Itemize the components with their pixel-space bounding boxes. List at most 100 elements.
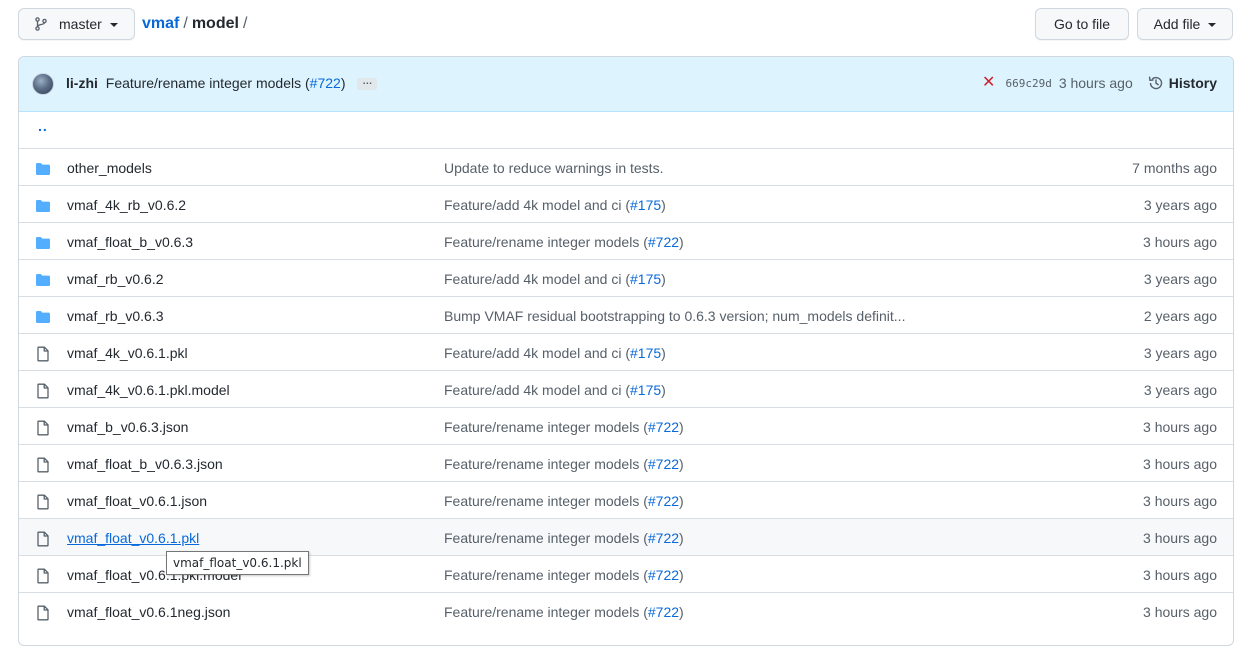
commit-message-suffix: ) (340, 75, 346, 91)
file-commit-suffix: ) (679, 456, 684, 472)
go-to-file-label: Go to file (1053, 16, 1111, 32)
file-row[interactable]: vmaf_float_v0.6.1neg.json Feature/rename… (19, 592, 1233, 629)
file-commit-message[interactable]: Update to reduce warnings in tests. (444, 160, 663, 176)
file-commit-pr-link[interactable]: #722 (648, 419, 679, 435)
file-commit-pr-link[interactable]: #722 (648, 234, 679, 250)
file-row[interactable]: vmaf_float_v0.6.1.pkl Feature/rename int… (19, 518, 1233, 555)
go-to-file-button[interactable]: Go to file (1035, 8, 1129, 40)
file-row[interactable]: vmaf_float_b_v0.6.3 Feature/rename integ… (19, 222, 1233, 259)
file-commit-message[interactable]: Feature/rename integer models (#722) (444, 604, 684, 620)
file-commit-message[interactable]: Feature/rename integer models (#722) (444, 234, 684, 250)
breadcrumb-repo-link[interactable]: vmaf (142, 15, 179, 32)
file-commit-message[interactable]: Feature/rename integer models (#722) (444, 493, 684, 509)
breadcrumb: vmaf / model / (142, 14, 251, 34)
commit-message[interactable]: Feature/rename integer models (#722) (106, 75, 346, 91)
commit-author-link[interactable]: li-zhi (66, 75, 98, 91)
file-name-link[interactable]: vmaf_4k_rb_v0.6.2 (67, 197, 186, 213)
file-commit-text: Feature/add 4k model and ci ( (444, 345, 630, 361)
file-row[interactable]: vmaf_4k_v0.6.1.pkl.model Feature/add 4k … (19, 370, 1233, 407)
file-commit-text: Feature/rename integer models ( (444, 419, 648, 435)
commit-sha-link[interactable]: 669c29d (1005, 77, 1051, 90)
file-commit-text: Update to reduce warnings in tests. (444, 160, 664, 176)
history-label: History (1168, 75, 1217, 91)
file-commit-suffix: ) (661, 345, 666, 361)
file-name-link[interactable]: vmaf_float_v0.6.1.pkl (67, 530, 199, 546)
file-commit-pr-link[interactable]: #722 (648, 530, 679, 546)
file-name-link[interactable]: vmaf_float_v0.6.1neg.json (67, 604, 230, 620)
file-commit-pr-link[interactable]: #722 (648, 567, 679, 583)
file-commit-pr-link[interactable]: #175 (630, 271, 661, 287)
filename-tooltip: vmaf_float_v0.6.1.pkl (166, 551, 309, 575)
file-commit-suffix: ) (661, 271, 666, 287)
file-commit-message[interactable]: Feature/add 4k model and ci (#175) (444, 382, 666, 398)
file-commit-message[interactable]: Feature/rename integer models (#722) (444, 567, 684, 583)
file-row[interactable]: vmaf_float_v0.6.1.json Feature/rename in… (19, 481, 1233, 518)
file-commit-text: Feature/add 4k model and ci ( (444, 382, 630, 398)
file-commit-pr-link[interactable]: #175 (630, 197, 661, 213)
file-name-link[interactable]: vmaf_float_b_v0.6.3 (67, 234, 193, 250)
folder-icon (35, 309, 51, 325)
file-icon (35, 494, 51, 510)
file-row[interactable]: vmaf_float_b_v0.6.3.json Feature/rename … (19, 444, 1233, 481)
breadcrumb-current: model (191, 15, 239, 32)
add-file-label: Add file (1153, 16, 1201, 32)
file-commit-message[interactable]: Feature/rename integer models (#722) (444, 456, 684, 472)
file-commit-suffix: ) (679, 493, 684, 509)
parent-directory-row[interactable]: .. (19, 112, 1233, 148)
file-commit-text: Feature/rename integer models ( (444, 456, 648, 472)
file-name-link[interactable]: vmaf_b_v0.6.3.json (67, 419, 188, 435)
file-row[interactable]: other_models Update to reduce warnings i… (19, 148, 1233, 185)
file-commit-suffix: ) (679, 604, 684, 620)
avatar[interactable] (32, 73, 54, 95)
folder-icon (35, 235, 51, 251)
file-commit-age: 3 hours ago (1143, 530, 1217, 546)
file-name-link[interactable]: vmaf_rb_v0.6.3 (67, 308, 164, 324)
repo-topbar: master vmaf / model / Go to file Add file (18, 8, 1233, 40)
file-name-link[interactable]: vmaf_4k_v0.6.1.pkl (67, 345, 188, 361)
commit-expand-button[interactable]: … (357, 77, 378, 91)
file-icon (35, 383, 51, 399)
file-commit-pr-link[interactable]: #722 (648, 493, 679, 509)
file-commit-text: Feature/add 4k model and ci ( (444, 271, 630, 287)
file-commit-text: Feature/rename integer models ( (444, 530, 648, 546)
commit-time: 3 hours ago (1058, 75, 1133, 91)
file-name-link[interactable]: vmaf_4k_v0.6.1.pkl.model (67, 382, 230, 398)
file-row[interactable]: vmaf_rb_v0.6.2 Feature/add 4k model and … (19, 259, 1233, 296)
file-commit-suffix: ) (679, 234, 684, 250)
file-commit-message[interactable]: Feature/rename integer models (#722) (444, 530, 684, 546)
file-commit-message[interactable]: Feature/add 4k model and ci (#175) (444, 271, 666, 287)
file-name-link[interactable]: vmaf_float_v0.6.1.json (67, 493, 207, 509)
file-commit-message[interactable]: Bump VMAF residual bootstrapping to 0.6.… (444, 308, 905, 324)
file-commit-message[interactable]: Feature/add 4k model and ci (#175) (444, 345, 666, 361)
commit-meta: ✕ 669c29d 3 hours ago History (982, 75, 1217, 92)
file-commit-message[interactable]: Feature/add 4k model and ci (#175) (444, 197, 666, 213)
file-row[interactable]: vmaf_4k_rb_v0.6.2 Feature/add 4k model a… (19, 185, 1233, 222)
file-name-link[interactable]: vmaf_float_b_v0.6.3.json (67, 456, 223, 472)
file-icon (35, 568, 51, 584)
file-commit-pr-link[interactable]: #175 (630, 345, 661, 361)
parent-directory-link[interactable]: .. (38, 118, 48, 134)
file-commit-age: 3 years ago (1143, 382, 1217, 398)
file-commit-pr-link[interactable]: #722 (648, 604, 679, 620)
file-icon (35, 346, 51, 362)
check-failed-icon[interactable]: ✕ (982, 75, 995, 91)
file-icon (35, 531, 51, 547)
file-commit-age: 3 hours ago (1143, 567, 1217, 583)
file-commit-age: 3 hours ago (1143, 604, 1217, 620)
history-link[interactable]: History (1148, 75, 1217, 91)
file-commit-message[interactable]: Feature/rename integer models (#722) (444, 419, 684, 435)
chevron-down-icon (109, 23, 118, 27)
file-commit-age: 7 months ago (1132, 160, 1217, 176)
commit-message-text: Feature/rename integer models ( (105, 75, 310, 91)
file-row[interactable]: vmaf_4k_v0.6.1.pkl Feature/add 4k model … (19, 333, 1233, 370)
branch-select-button[interactable]: master (18, 8, 135, 40)
file-row[interactable]: vmaf_rb_v0.6.3 Bump VMAF residual bootst… (19, 296, 1233, 333)
file-commit-pr-link[interactable]: #722 (648, 456, 679, 472)
commit-pr-link[interactable]: #722 (310, 75, 341, 91)
file-name-link[interactable]: vmaf_rb_v0.6.2 (67, 271, 164, 287)
file-row[interactable]: vmaf_b_v0.6.3.json Feature/rename intege… (19, 407, 1233, 444)
add-file-button[interactable]: Add file (1137, 8, 1233, 40)
file-name-link[interactable]: other_models (67, 160, 152, 176)
chevron-down-icon (1208, 23, 1217, 27)
file-commit-pr-link[interactable]: #175 (630, 382, 661, 398)
